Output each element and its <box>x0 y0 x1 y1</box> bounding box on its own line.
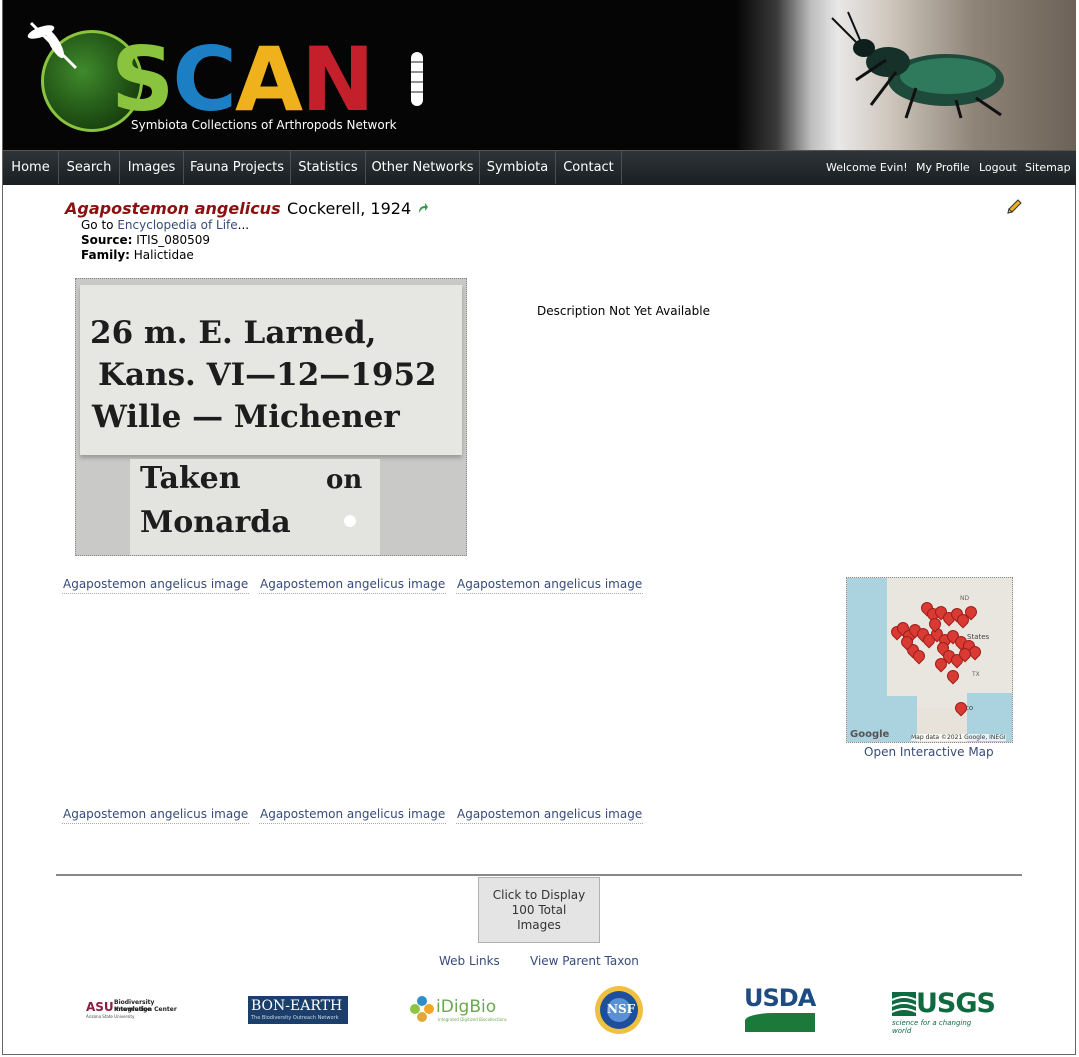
idigbio-text: iDigBio <box>436 997 497 1017</box>
label-line-3: Wille — Michener <box>92 399 400 435</box>
taxon-author: Cockerell, 1924 <box>287 199 412 218</box>
beetle-photo <box>736 0 1076 150</box>
nav-images[interactable]: Images <box>120 151 184 184</box>
thumbnail-image[interactable]: Agapostemon angelicus image <box>62 807 250 824</box>
sitemap-link[interactable]: Sitemap <box>1025 151 1071 184</box>
nav-symbiota[interactable]: Symbiota <box>480 151 556 184</box>
google-logo: Google <box>850 729 890 740</box>
occurrence-map[interactable]: ND States TX co Google Map data ©2021 Go… <box>846 577 1013 743</box>
description-text: Description Not Yet Available <box>537 304 710 318</box>
my-profile-link[interactable]: My Profile <box>916 151 970 184</box>
scan-logo-text: SCAN <box>111 28 375 131</box>
family-value: Halictidae <box>133 248 194 262</box>
section-divider <box>56 874 1022 876</box>
usgs-subtitle: science for a changing world <box>892 1019 972 1035</box>
web-links-link[interactable]: Web Links <box>439 954 500 968</box>
idigbio-subtitle: Integrated Digitized Biocollections <box>438 1017 507 1022</box>
idigbio-flower-icon <box>410 996 434 1022</box>
display-all-images-button[interactable]: Click to Display 100 Total Images <box>478 877 600 943</box>
label2-word: on <box>326 465 363 495</box>
eol-link[interactable]: Encyclopedia of Life <box>117 218 237 232</box>
nsf-text: NSF <box>607 1002 636 1016</box>
thumbnail-image[interactable]: Agapostemon angelicus image <box>456 807 644 824</box>
usgs-text: USGS <box>916 988 996 1019</box>
display-button-line-1: Click to Display <box>492 888 586 902</box>
usgs-wave-icon <box>892 992 916 1016</box>
host-label-paper: Taken on Monarda <box>130 459 380 555</box>
nav-home[interactable]: Home <box>3 151 59 184</box>
usda-hills-icon <box>745 1013 815 1032</box>
thumbnail-image[interactable]: Agapostemon angelicus image <box>259 807 447 824</box>
label-line-2: Kans. VI—12—1952 <box>98 357 437 393</box>
nav-other-networks[interactable]: Other Networks <box>366 151 480 184</box>
label2-line-1: Taken <box>140 461 241 496</box>
nav-contact[interactable]: Contact <box>556 151 622 184</box>
asu-logo-text: ASU <box>86 1000 114 1014</box>
main-nav: Home Search Images Fauna Projects Statis… <box>3 150 1076 185</box>
asu-biokic-logo[interactable]: ASU Biodiversity Knowledge Integration C… <box>86 998 190 1022</box>
map-pin-icon[interactable] <box>944 667 962 685</box>
specimen-label-image[interactable]: 26 m. E. Larned, Kans. VI—12—1952 Wille … <box>75 278 467 556</box>
display-button-line-3: Images <box>517 918 561 932</box>
family-line: Family: Halictidae <box>81 248 194 262</box>
usda-text: USDA <box>744 984 816 1012</box>
asu-line-2: Integration Center <box>114 1006 177 1013</box>
thumbnail-image[interactable]: Agapostemon angelicus image <box>62 577 250 594</box>
bon-earth-logo[interactable]: BON-EARTH The Biodiversity Outreach Netw… <box>248 996 348 1024</box>
map-attribution: Map data ©2021 Google, INEGI <box>911 734 1006 741</box>
source-line: Source: ITIS_080509 <box>81 233 210 247</box>
open-interactive-map-link[interactable]: Open Interactive Map <box>864 745 994 759</box>
nav-search[interactable]: Search <box>59 151 120 184</box>
goto-suffix: ... <box>237 218 250 232</box>
caterpillar-icon <box>411 52 423 106</box>
scientific-name: Agapostemon angelicus <box>65 199 281 218</box>
logout-link[interactable]: Logout <box>979 151 1017 184</box>
pin-hole <box>344 515 356 527</box>
usda-logo[interactable]: USDA <box>744 984 816 1034</box>
display-button-line-2: 100 Total <box>511 903 567 917</box>
bon-earth-subtitle: The Biodiversity Outreach Network <box>251 1015 339 1021</box>
return-arrow-icon[interactable] <box>416 202 428 214</box>
map-label-nd: ND <box>960 595 970 602</box>
beetle-image <box>831 11 1004 119</box>
goto-line: Go to Encyclopedia of Life... <box>81 218 249 232</box>
label-line-1: 26 m. E. Larned, <box>90 315 377 351</box>
source-value: ITIS_080509 <box>136 233 211 247</box>
map-label-tx: TX <box>972 671 980 678</box>
label2-line-2: Monarda <box>140 505 291 540</box>
welcome-text: Welcome Evin! <box>826 161 908 174</box>
usgs-logo[interactable]: USGS science for a changing world <box>892 988 996 1035</box>
idigbio-logo[interactable]: iDigBio Integrated Digitized Biocollecti… <box>408 995 512 1025</box>
thumbnail-image[interactable]: Agapostemon angelicus image <box>456 577 644 594</box>
site-banner: SCAN Symbiota Collections of Arthropods … <box>3 0 1076 150</box>
dragonfly-icon <box>27 21 78 70</box>
logo-subtitle: Symbiota Collections of Arthropods Netwo… <box>131 118 397 132</box>
nav-fauna-projects[interactable]: Fauna Projects <box>184 151 291 184</box>
source-label: Source: <box>81 233 133 247</box>
family-label: Family: <box>81 248 130 262</box>
pencil-edit-icon[interactable] <box>1005 198 1023 216</box>
pacific-ocean <box>847 578 887 742</box>
goto-prefix: Go to <box>81 218 114 232</box>
nsf-logo[interactable]: NSF <box>594 985 644 1035</box>
bon-earth-text: BON-EARTH <box>251 998 343 1014</box>
nav-statistics[interactable]: Statistics <box>291 151 366 184</box>
view-parent-taxon-link[interactable]: View Parent Taxon <box>530 954 639 968</box>
locality-label-paper: 26 m. E. Larned, Kans. VI—12—1952 Wille … <box>80 285 462 455</box>
thumbnail-image[interactable]: Agapostemon angelicus image <box>259 577 447 594</box>
asu-line-3: Arizona State University <box>86 1014 135 1019</box>
